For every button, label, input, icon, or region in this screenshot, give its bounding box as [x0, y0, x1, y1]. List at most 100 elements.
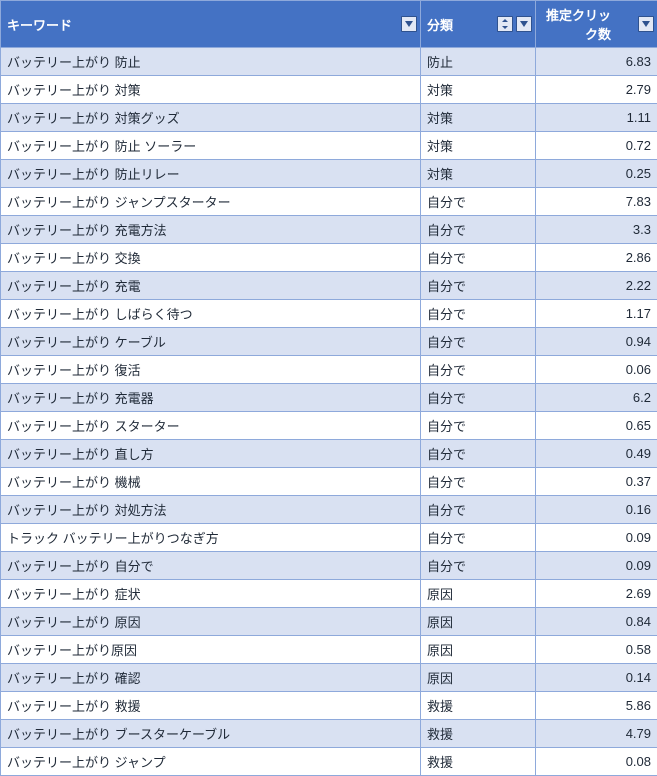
sort-button-category[interactable]: [497, 16, 513, 32]
cell-clicks[interactable]: 3.3: [536, 216, 657, 244]
cell-keyword[interactable]: バッテリー上がり 防止リレー: [1, 160, 421, 188]
cell-category[interactable]: 自分で: [421, 440, 536, 468]
table-row: バッテリー上がり 充電器自分で6.2: [1, 384, 657, 412]
cell-clicks[interactable]: 6.2: [536, 384, 657, 412]
cell-category[interactable]: 救援: [421, 748, 536, 776]
cell-clicks[interactable]: 0.14: [536, 664, 657, 692]
cell-keyword[interactable]: バッテリー上がり 充電器: [1, 384, 421, 412]
table-row: バッテリー上がり 対策対策2.79: [1, 76, 657, 104]
cell-keyword[interactable]: バッテリー上がり 対処方法: [1, 496, 421, 524]
cell-keyword[interactable]: バッテリー上がり 復活: [1, 356, 421, 384]
cell-clicks[interactable]: 7.83: [536, 188, 657, 216]
cell-keyword[interactable]: トラック バッテリー上がりつなぎ方: [1, 524, 421, 552]
cell-keyword[interactable]: バッテリー上がり ジャンプスターター: [1, 188, 421, 216]
cell-keyword[interactable]: バッテリー上がり 充電: [1, 272, 421, 300]
cell-clicks[interactable]: 6.83: [536, 48, 657, 76]
filter-button-clicks[interactable]: [638, 16, 654, 32]
cell-clicks[interactable]: 2.22: [536, 272, 657, 300]
cell-keyword[interactable]: バッテリー上がり 自分で: [1, 552, 421, 580]
cell-category[interactable]: 原因: [421, 608, 536, 636]
cell-keyword[interactable]: バッテリー上がり しばらく待つ: [1, 300, 421, 328]
data-table: キーワード 分類 推定クリック数: [0, 0, 657, 776]
cell-category[interactable]: 自分で: [421, 552, 536, 580]
cell-clicks[interactable]: 0.08: [536, 748, 657, 776]
table-row: バッテリー上がり 防止防止6.83: [1, 48, 657, 76]
cell-clicks[interactable]: 0.72: [536, 132, 657, 160]
table-row: バッテリー上がり ケーブル自分で0.94: [1, 328, 657, 356]
cell-category[interactable]: 対策: [421, 132, 536, 160]
filter-button-category[interactable]: [516, 16, 532, 32]
cell-keyword[interactable]: バッテリー上がり 確認: [1, 664, 421, 692]
cell-clicks[interactable]: 2.79: [536, 76, 657, 104]
cell-category[interactable]: 防止: [421, 48, 536, 76]
chevron-down-icon: [405, 21, 413, 27]
cell-category[interactable]: 原因: [421, 580, 536, 608]
table-row: バッテリー上がり 機械自分で0.37: [1, 468, 657, 496]
cell-category[interactable]: 自分で: [421, 524, 536, 552]
cell-category[interactable]: 原因: [421, 636, 536, 664]
cell-clicks[interactable]: 4.79: [536, 720, 657, 748]
table-row: バッテリー上がり 救援救援5.86: [1, 692, 657, 720]
cell-clicks[interactable]: 0.06: [536, 356, 657, 384]
cell-category[interactable]: 自分で: [421, 356, 536, 384]
table-row: バッテリー上がり 交換自分で2.86: [1, 244, 657, 272]
cell-clicks[interactable]: 0.09: [536, 552, 657, 580]
header-clicks-label: 推定クリック数: [542, 5, 651, 43]
cell-category[interactable]: 自分で: [421, 272, 536, 300]
header-category-label: 分類: [427, 15, 471, 34]
cell-keyword[interactable]: バッテリー上がり 機械: [1, 468, 421, 496]
cell-keyword[interactable]: バッテリー上がり 対策グッズ: [1, 104, 421, 132]
cell-keyword[interactable]: バッテリー上がり 対策: [1, 76, 421, 104]
cell-clicks[interactable]: 0.49: [536, 440, 657, 468]
cell-keyword[interactable]: バッテリー上がり 防止: [1, 48, 421, 76]
cell-keyword[interactable]: バッテリー上がり 原因: [1, 608, 421, 636]
cell-keyword[interactable]: バッテリー上がり 防止 ソーラー: [1, 132, 421, 160]
table-row: バッテリー上がり 自分で自分で0.09: [1, 552, 657, 580]
cell-clicks[interactable]: 0.58: [536, 636, 657, 664]
cell-clicks[interactable]: 0.37: [536, 468, 657, 496]
cell-category[interactable]: 自分で: [421, 188, 536, 216]
cell-clicks[interactable]: 1.17: [536, 300, 657, 328]
cell-category[interactable]: 自分で: [421, 244, 536, 272]
table-row: トラック バッテリー上がりつなぎ方自分で0.09: [1, 524, 657, 552]
cell-category[interactable]: 自分で: [421, 300, 536, 328]
cell-category[interactable]: 原因: [421, 664, 536, 692]
cell-category[interactable]: 救援: [421, 720, 536, 748]
cell-keyword[interactable]: バッテリー上がり 救援: [1, 692, 421, 720]
cell-clicks[interactable]: 2.86: [536, 244, 657, 272]
cell-clicks[interactable]: 5.86: [536, 692, 657, 720]
cell-clicks[interactable]: 0.09: [536, 524, 657, 552]
table-row: バッテリー上がり ジャンプスターター自分で7.83: [1, 188, 657, 216]
cell-category[interactable]: 救援: [421, 692, 536, 720]
table-row: バッテリー上がり 防止リレー対策0.25: [1, 160, 657, 188]
cell-category[interactable]: 対策: [421, 160, 536, 188]
cell-keyword[interactable]: バッテリー上がり 症状: [1, 580, 421, 608]
cell-clicks[interactable]: 1.11: [536, 104, 657, 132]
cell-category[interactable]: 自分で: [421, 384, 536, 412]
cell-clicks[interactable]: 0.94: [536, 328, 657, 356]
cell-clicks[interactable]: 0.65: [536, 412, 657, 440]
chevron-down-icon: [520, 21, 528, 27]
cell-category[interactable]: 対策: [421, 104, 536, 132]
filter-button-keyword[interactable]: [401, 16, 417, 32]
cell-category[interactable]: 自分で: [421, 328, 536, 356]
header-category: 分類: [421, 1, 536, 48]
cell-category[interactable]: 自分で: [421, 468, 536, 496]
cell-clicks[interactable]: 0.25: [536, 160, 657, 188]
cell-category[interactable]: 対策: [421, 76, 536, 104]
cell-keyword[interactable]: バッテリー上がり ブースターケーブル: [1, 720, 421, 748]
cell-keyword[interactable]: バッテリー上がり原因: [1, 636, 421, 664]
cell-keyword[interactable]: バッテリー上がり 直し方: [1, 440, 421, 468]
cell-keyword[interactable]: バッテリー上がり 充電方法: [1, 216, 421, 244]
cell-category[interactable]: 自分で: [421, 216, 536, 244]
cell-keyword[interactable]: バッテリー上がり ケーブル: [1, 328, 421, 356]
cell-clicks[interactable]: 0.84: [536, 608, 657, 636]
cell-keyword[interactable]: バッテリー上がり ジャンプ: [1, 748, 421, 776]
table-row: バッテリー上がり 対策グッズ対策1.11: [1, 104, 657, 132]
cell-keyword[interactable]: バッテリー上がり スターター: [1, 412, 421, 440]
cell-category[interactable]: 自分で: [421, 496, 536, 524]
cell-clicks[interactable]: 2.69: [536, 580, 657, 608]
cell-keyword[interactable]: バッテリー上がり 交換: [1, 244, 421, 272]
cell-clicks[interactable]: 0.16: [536, 496, 657, 524]
cell-category[interactable]: 自分で: [421, 412, 536, 440]
